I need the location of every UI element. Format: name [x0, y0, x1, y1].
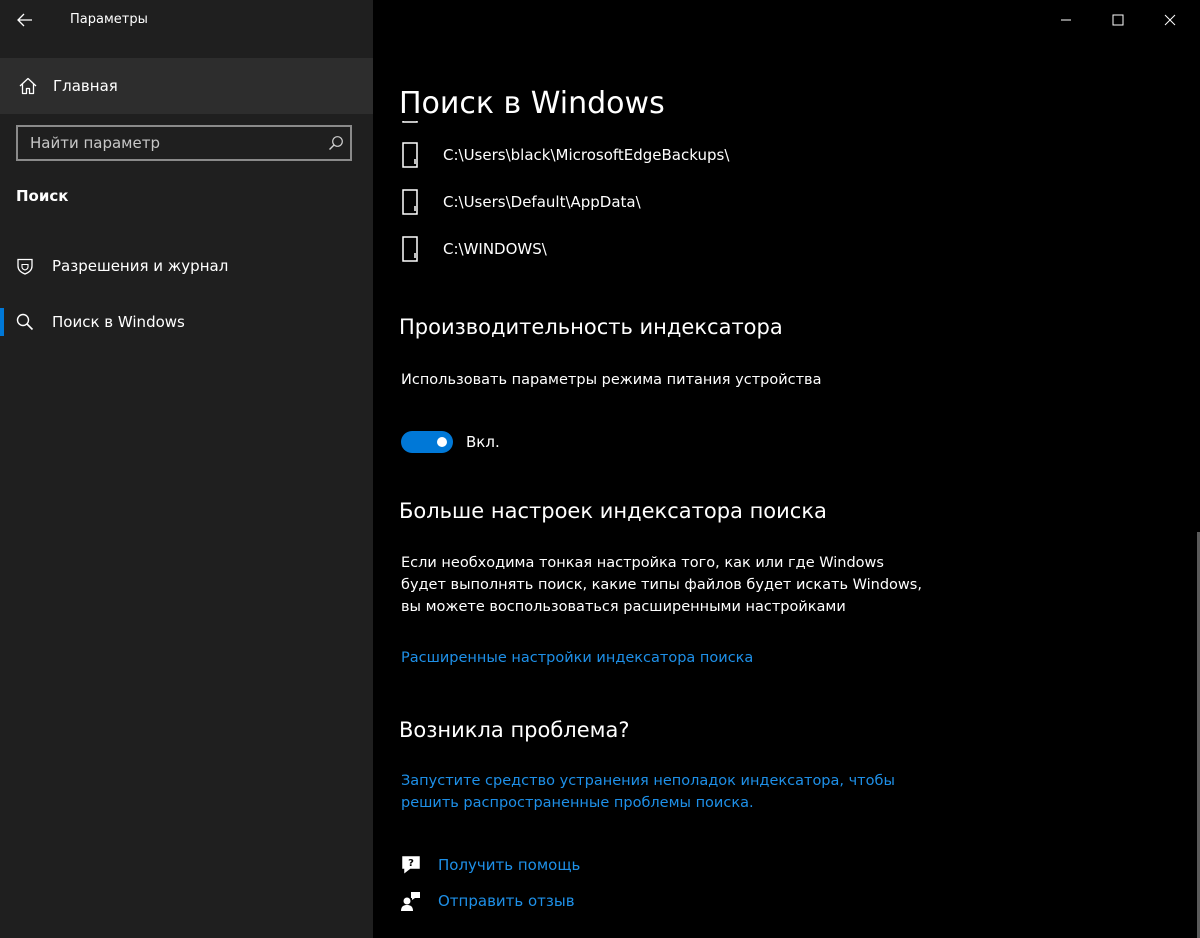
- section-heading-indexer-performance: Производительность индексатора: [399, 315, 783, 339]
- close-icon: [1164, 14, 1176, 26]
- main-content: Поиск в Windows C:\Users\black\Microsoft…: [373, 0, 1200, 938]
- feedback-icon: [399, 889, 423, 913]
- send-feedback-link[interactable]: Отправить отзыв: [399, 889, 575, 913]
- close-button[interactable]: [1144, 0, 1196, 40]
- minimize-button[interactable]: [1040, 0, 1092, 40]
- sidebar: Параметры Главная Поиск Разрешения и жур…: [0, 0, 373, 938]
- get-help-link[interactable]: ? Получить помощь: [399, 853, 580, 877]
- help-chat-icon: ?: [399, 853, 423, 877]
- folder-row[interactable]: C:\WINDOWS\: [399, 229, 999, 269]
- maximize-icon: [1112, 14, 1124, 26]
- advanced-indexer-settings-link[interactable]: Расширенные настройки индексатора поиска: [401, 647, 753, 669]
- troubleshooter-link[interactable]: Запустите средство устранения неполадок …: [401, 770, 901, 814]
- sidebar-item-windows-search[interactable]: Поиск в Windows: [0, 298, 373, 346]
- search-icon: [14, 311, 36, 333]
- folder-path: C:\Users\Default\AppData\: [443, 193, 641, 211]
- folder-path: C:\WINDOWS\: [443, 240, 547, 258]
- home-icon: [17, 75, 39, 97]
- sidebar-item-label: Разрешения и журнал: [52, 257, 229, 275]
- minimize-icon: [1061, 19, 1071, 21]
- folder-row[interactable]: C:\Users\Default\AppData\: [399, 182, 999, 222]
- search-icon[interactable]: [322, 135, 350, 151]
- maximize-button[interactable]: [1092, 0, 1144, 40]
- back-arrow-icon: [17, 13, 32, 27]
- toggle-state-label: Вкл.: [466, 433, 500, 451]
- folder-icon: [399, 188, 421, 216]
- page-title: Поиск в Windows: [399, 86, 685, 122]
- shield-icon: [14, 255, 36, 277]
- sidebar-item-label: Поиск в Windows: [52, 313, 185, 331]
- sidebar-item-label: Главная: [53, 77, 118, 95]
- folder-path: C:\Users\black\MicrosoftEdgeBackups\: [443, 146, 730, 164]
- section-heading-problem: Возникла проблема?: [399, 718, 630, 742]
- toggle-knob: [437, 437, 447, 447]
- sidebar-item-permissions[interactable]: Разрешения и журнал: [0, 242, 373, 290]
- settings-search-input[interactable]: [18, 127, 322, 159]
- power-mode-toggle[interactable]: [401, 431, 453, 453]
- folder-row[interactable]: C:\Users\black\MicrosoftEdgeBackups\: [399, 135, 999, 175]
- section-label: Поиск: [16, 187, 69, 205]
- folder-icon: [399, 235, 421, 263]
- sidebar-item-home[interactable]: Главная: [0, 58, 373, 114]
- power-mode-description: Использовать параметры режима питания ус…: [401, 372, 822, 388]
- more-settings-description: Если необходима тонкая настройка того, к…: [401, 555, 922, 615]
- section-heading-more-settings: Больше настроек индексатора поиска: [399, 499, 827, 523]
- folder-icon: [399, 141, 421, 169]
- send-feedback-label: Отправить отзыв: [438, 892, 575, 910]
- settings-search-box: [16, 125, 352, 161]
- get-help-label: Получить помощь: [438, 856, 581, 874]
- back-button[interactable]: [10, 6, 40, 34]
- svg-text:?: ?: [408, 858, 414, 869]
- app-title: Параметры: [70, 12, 148, 27]
